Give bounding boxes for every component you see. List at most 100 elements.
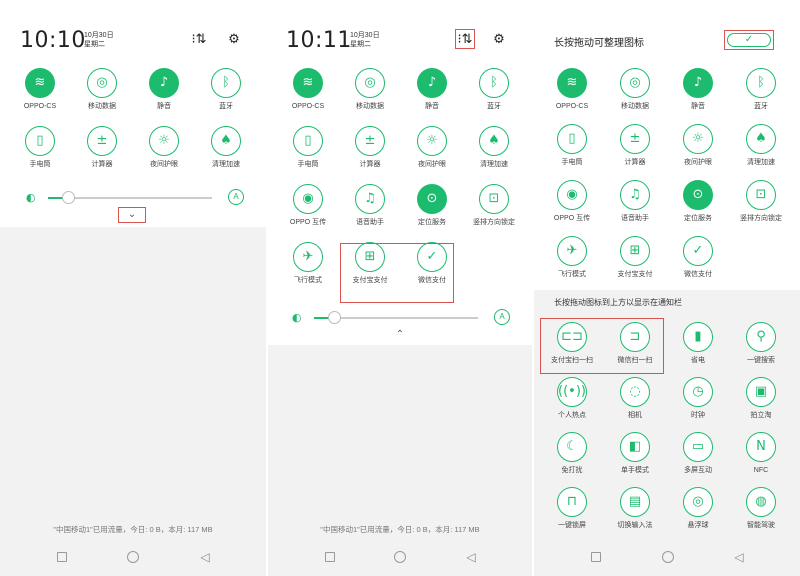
tile-label: OPPO-CS <box>555 103 589 110</box>
tile-wechat-pay[interactable]: ✓ 微信支付 <box>668 236 728 290</box>
confirm-button[interactable]: ✓ <box>727 33 771 47</box>
tile-do-not-disturb[interactable]: ☾ 免打扰 <box>542 432 602 486</box>
tile-wifi[interactable]: ≋ OPPO-CS <box>10 68 70 122</box>
tile-location[interactable]: ⊙ 定位服务 <box>402 184 462 238</box>
tile-globe[interactable]: ◎ 移动数据 <box>72 68 132 122</box>
bluetooth-icon: ᛒ <box>211 68 241 98</box>
tile-mic[interactable]: ♫ 语音助手 <box>340 184 400 238</box>
tile-lock[interactable]: ⊓ 一键锁屏 <box>542 487 602 541</box>
tile-eye-care[interactable]: ☼ 夜间护眼 <box>402 126 462 180</box>
collapse-chevron-icon[interactable]: ⌃ <box>392 328 408 340</box>
clean-icon: ♠ <box>211 126 241 156</box>
tile-rotation-lock[interactable]: ⊡ 竖排方向锁定 <box>731 180 791 234</box>
tile-float-ball[interactable]: ◎ 悬浮球 <box>668 487 728 541</box>
tile-wifi[interactable]: ≋ OPPO-CS <box>278 68 338 122</box>
tile-mute[interactable]: ♪ 静音 <box>134 68 194 122</box>
tile-airplane[interactable]: ✈ 飞行模式 <box>278 242 338 296</box>
globe-icon: ◎ <box>620 68 650 98</box>
tile-eye-care[interactable]: ☼ 夜间护眼 <box>668 124 728 178</box>
recent-apps-icon[interactable] <box>57 552 67 562</box>
tile-airplane[interactable]: ✈ 飞行模式 <box>542 236 602 290</box>
tile-globe[interactable]: ◎ 移动数据 <box>340 68 400 122</box>
calculator-icon: ± <box>620 124 650 154</box>
photo-search-icon: ▣ <box>746 377 776 407</box>
edit-title: 长按拖动可整理图标 <box>554 38 644 49</box>
tile-flashlight[interactable]: ▯ 手电筒 <box>542 124 602 178</box>
tile-clean[interactable]: ♠ 清理加速 <box>731 124 791 178</box>
globe-icon: ◎ <box>87 68 117 98</box>
tile-flashlight[interactable]: ▯ 手电筒 <box>278 126 338 180</box>
tile-battery-saver[interactable]: ▮ 省电 <box>668 322 728 376</box>
tile-label: 手电筒 <box>561 159 583 166</box>
tile-mute[interactable]: ♪ 静音 <box>402 68 462 122</box>
brightness-knob[interactable] <box>62 191 75 204</box>
clock-time: 10:10 <box>20 28 86 53</box>
gear-icon[interactable]: ⚙ <box>491 31 507 47</box>
bluetooth-icon: ᛒ <box>746 68 776 98</box>
date-text: 10月30日 <box>350 32 380 39</box>
tile-share[interactable]: ◉ OPPO 互传 <box>278 184 338 238</box>
tile-calculator[interactable]: ± 计算器 <box>605 124 665 178</box>
recent-apps-icon[interactable] <box>591 552 601 562</box>
mute-icon: ♪ <box>149 68 179 98</box>
tile-one-hand[interactable]: ◧ 单手模式 <box>605 432 665 486</box>
brightness-slider[interactable]: ◐ A <box>26 188 244 208</box>
brightness-icon: ◐ <box>26 191 36 204</box>
tile-eye-care[interactable]: ☼ 夜间护眼 <box>134 126 194 180</box>
tile-calculator[interactable]: ± 计算器 <box>72 126 132 180</box>
tile-share[interactable]: ◉ OPPO 互传 <box>542 180 602 234</box>
tile-label: 清理加速 <box>480 161 508 168</box>
home-icon[interactable] <box>127 551 139 563</box>
auto-brightness-button[interactable]: A <box>494 309 510 325</box>
rotation-lock-icon: ⊡ <box>479 184 509 214</box>
tile-rotation-lock[interactable]: ⊡ 竖排方向锁定 <box>464 184 524 238</box>
tile-hotspot[interactable]: ((•)) 个人热点 <box>542 377 602 431</box>
tile-mute[interactable]: ♪ 静音 <box>668 68 728 122</box>
tile-clock[interactable]: ◷ 时钟 <box>668 377 728 431</box>
tile-bluetooth[interactable]: ᛒ 蓝牙 <box>196 68 256 122</box>
tile-nfc[interactable]: N NFC <box>731 432 791 486</box>
tile-bluetooth[interactable]: ᛒ 蓝牙 <box>731 68 791 122</box>
tile-driving[interactable]: ◍ 智能驾驶 <box>731 487 791 541</box>
mute-icon: ♪ <box>683 68 713 98</box>
tile-calculator[interactable]: ± 计算器 <box>340 126 400 180</box>
tile-multi-screen[interactable]: ▭ 多屏互动 <box>668 432 728 486</box>
mic-icon: ♫ <box>620 180 650 210</box>
tile-photo-search[interactable]: ▣ 拍立淘 <box>731 377 791 431</box>
multi-screen-icon: ▭ <box>683 432 713 462</box>
tile-flashlight[interactable]: ▯ 手电筒 <box>10 126 70 180</box>
brightness-slider[interactable]: ◐ A <box>292 308 510 328</box>
tile-label: 夜间护眼 <box>684 159 712 166</box>
expand-chevron-icon[interactable]: ⌄ <box>118 207 146 223</box>
tile-search[interactable]: ⚲ 一键搜索 <box>731 322 791 376</box>
tile-clean[interactable]: ♠ 清理加速 <box>196 126 256 180</box>
tile-keyboard[interactable]: ▤ 切换输入法 <box>605 487 665 541</box>
tile-mic[interactable]: ♫ 语音助手 <box>605 180 665 234</box>
tile-bluetooth[interactable]: ᛒ 蓝牙 <box>464 68 524 122</box>
tile-camera[interactable]: ◌ 相机 <box>605 377 665 431</box>
edit-tiles-icon[interactable]: ⁝⇅ <box>455 29 475 49</box>
back-icon[interactable]: ◁ <box>464 550 478 564</box>
home-icon[interactable] <box>394 551 406 563</box>
back-icon[interactable]: ◁ <box>732 550 746 564</box>
clock-time: 10:11 <box>286 28 352 53</box>
tile-label: 飞行模式 <box>294 277 322 284</box>
tile-globe[interactable]: ◎ 移动数据 <box>605 68 665 122</box>
tile-label: OPPO-CS <box>23 103 57 110</box>
tile-label: 语音助手 <box>621 215 649 222</box>
edit-tiles-icon[interactable]: ⁝⇅ <box>191 31 207 47</box>
location-icon: ⊙ <box>683 180 713 210</box>
brightness-knob[interactable] <box>328 311 341 324</box>
recent-apps-icon[interactable] <box>325 552 335 562</box>
tile-clean[interactable]: ♠ 清理加速 <box>464 126 524 180</box>
tile-label: 一键搜索 <box>747 357 775 364</box>
auto-brightness-button[interactable]: A <box>228 189 244 205</box>
tile-label: 多屏互动 <box>684 467 712 474</box>
home-icon[interactable] <box>662 551 674 563</box>
back-icon[interactable]: ◁ <box>198 550 212 564</box>
tile-alipay[interactable]: ⊞ 支付宝支付 <box>605 236 665 290</box>
tile-wifi[interactable]: ≋ OPPO-CS <box>542 68 602 122</box>
gear-icon[interactable]: ⚙ <box>226 31 242 47</box>
eye-care-icon: ☼ <box>683 124 713 154</box>
tile-location[interactable]: ⊙ 定位服务 <box>668 180 728 234</box>
